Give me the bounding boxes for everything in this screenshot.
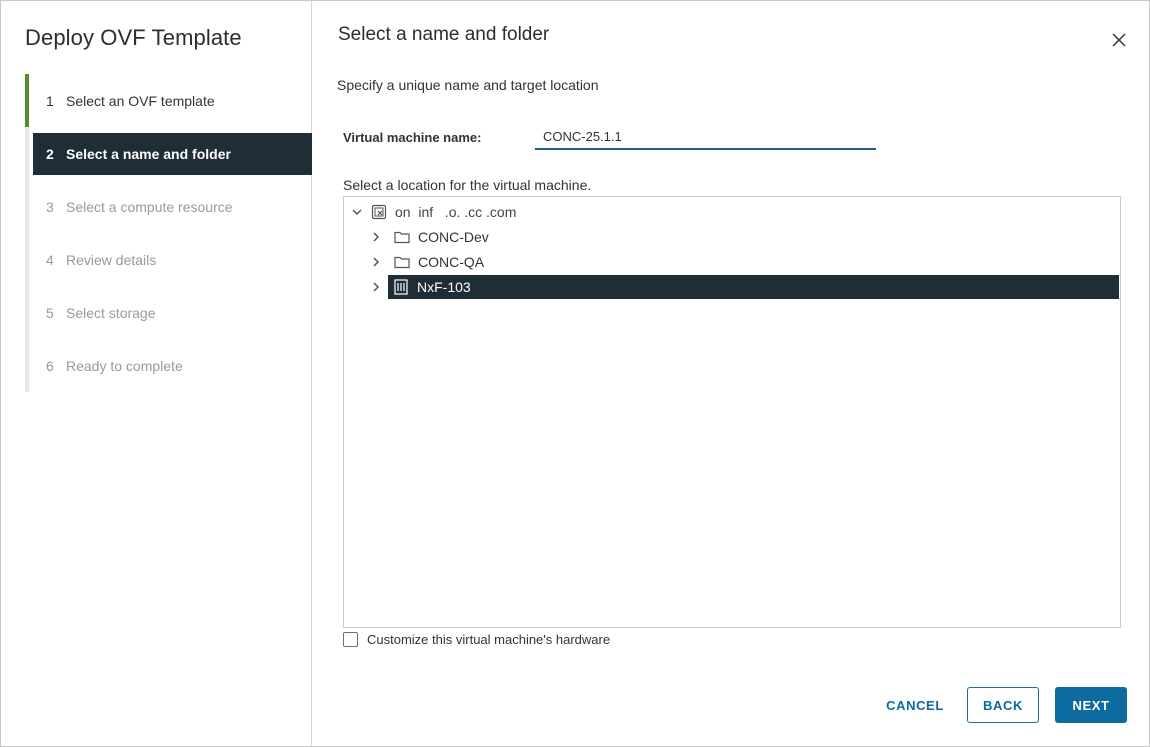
- step-label: Select a name and folder: [66, 146, 231, 162]
- page-title: Select a name and folder: [338, 24, 550, 45]
- chevron-right-icon[interactable]: [369, 230, 383, 244]
- close-button[interactable]: [1109, 30, 1129, 50]
- tree-node-nxf-103[interactable]: NxF-103: [388, 275, 1119, 299]
- step-review-details: 4 Review details: [33, 239, 312, 281]
- folder-icon: [394, 231, 410, 244]
- chevron-right-icon[interactable]: [369, 255, 383, 269]
- step-select-ovf-template[interactable]: 1 Select an OVF template: [33, 80, 312, 122]
- back-button[interactable]: BACK: [967, 687, 1039, 723]
- tree-row-root: on inf .o. .cc .com: [350, 200, 516, 224]
- step-ready-to-complete: 6 Ready to complete: [33, 345, 312, 387]
- step-number: 6: [46, 358, 54, 374]
- tree-node-label: CONC-QA: [418, 254, 485, 270]
- wizard-main: Select a name and folder Specify a uniqu…: [313, 1, 1149, 746]
- tree-node-conc-qa[interactable]: CONC-QA: [383, 250, 484, 274]
- step-label: Select an OVF template: [66, 93, 215, 109]
- step-number: 1: [46, 93, 54, 109]
- step-label: Ready to complete: [66, 358, 183, 374]
- step-label: Select a compute resource: [66, 199, 233, 215]
- tree-node-label: CONC-Dev: [418, 229, 489, 245]
- tree-node-conc-dev[interactable]: CONC-Dev: [383, 225, 489, 249]
- wizard-steps: 1 Select an OVF template 2 Select a name…: [25, 74, 312, 392]
- cancel-button[interactable]: CANCEL: [869, 687, 961, 723]
- next-button[interactable]: NEXT: [1055, 687, 1127, 723]
- location-tree: on inf .o. .cc .com CONC-Dev CONC-QA NxF…: [343, 196, 1121, 628]
- step-label: Select storage: [66, 305, 156, 321]
- close-icon: [1112, 33, 1126, 47]
- step-number: 4: [46, 252, 54, 268]
- steps-rail-completed: [25, 74, 29, 127]
- tree-row-folder: CONC-QA: [369, 250, 484, 274]
- chevron-right-icon[interactable]: [369, 280, 383, 294]
- vcenter-icon: [371, 204, 387, 220]
- tree-row-datacenter: NxF-103: [369, 275, 1119, 299]
- step-select-compute-resource: 3 Select a compute resource: [33, 186, 312, 228]
- tree-node-label: NxF-103: [417, 279, 471, 295]
- customize-hardware-option: Customize this virtual machine's hardwar…: [343, 632, 610, 647]
- page-subtitle: Specify a unique name and target locatio…: [337, 77, 599, 93]
- step-select-name-folder[interactable]: 2 Select a name and folder: [33, 133, 312, 175]
- step-number: 3: [46, 199, 54, 215]
- chevron-down-icon[interactable]: [350, 205, 364, 219]
- step-number: 2: [46, 146, 54, 162]
- tree-node-root[interactable]: on inf .o. .cc .com: [366, 200, 516, 224]
- deploy-ovf-dialog: Deploy OVF Template 1 Select an OVF temp…: [0, 0, 1150, 747]
- vm-name-label: Virtual machine name:: [343, 130, 482, 145]
- step-label: Review details: [66, 252, 157, 268]
- wizard-sidebar: Deploy OVF Template 1 Select an OVF temp…: [1, 1, 312, 746]
- customize-hardware-label: Customize this virtual machine's hardwar…: [367, 632, 611, 647]
- tree-row-folder: CONC-Dev: [369, 225, 489, 249]
- wizard-title: Deploy OVF Template: [25, 25, 242, 50]
- step-select-storage: 5 Select storage: [33, 292, 312, 334]
- tree-node-label: on inf .o. .cc .com: [395, 204, 517, 220]
- step-number: 5: [46, 305, 54, 321]
- vm-name-input[interactable]: [535, 125, 876, 150]
- datacenter-icon: [394, 279, 408, 295]
- location-label: Select a location for the virtual machin…: [343, 177, 592, 193]
- customize-hardware-checkbox[interactable]: [343, 632, 358, 647]
- folder-icon: [394, 256, 410, 269]
